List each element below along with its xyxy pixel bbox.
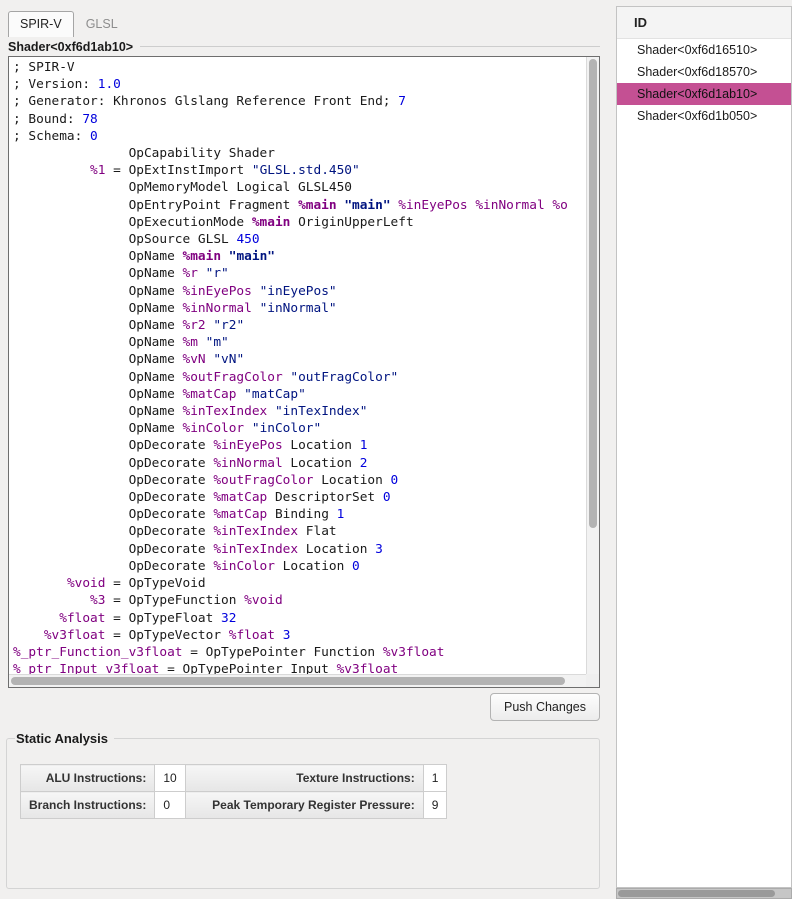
stat-value: 0 bbox=[155, 792, 185, 819]
id-panel-scrollbar-thumb[interactable] bbox=[618, 890, 775, 897]
code-line: OpName %main "main" bbox=[13, 248, 586, 265]
editor-horizontal-scrollbar[interactable] bbox=[9, 674, 586, 687]
code-line: OpName %inColor "inColor" bbox=[13, 420, 586, 437]
shader-id-item[interactable]: Shader<0xf6d16510> bbox=[617, 39, 791, 61]
code-line: ; Bound: 78 bbox=[13, 111, 586, 128]
code-line: %1 = OpExtInstImport "GLSL.std.450" bbox=[13, 162, 586, 179]
code-line: OpSource GLSL 450 bbox=[13, 231, 586, 248]
code-line: OpName %r "r" bbox=[13, 265, 586, 282]
code-line: %float = OpTypeFloat 32 bbox=[13, 610, 586, 627]
id-panel-horizontal-scrollbar[interactable] bbox=[616, 888, 792, 899]
shader-title: Shader<0xf6d1ab10> bbox=[8, 40, 133, 54]
shader-id-pane: ID Shader<0xf6d16510>Shader<0xf6d18570>S… bbox=[614, 0, 792, 899]
id-column-header: ID bbox=[617, 7, 791, 39]
code-line: OpEntryPoint Fragment %main "main" %inEy… bbox=[13, 197, 586, 214]
static-analysis-table: ALU Instructions:10Texture Instructions:… bbox=[20, 764, 447, 819]
code-line: ; SPIR-V bbox=[13, 59, 586, 76]
code-line: ; Generator: Khronos Glslang Reference F… bbox=[13, 93, 586, 110]
horizontal-scrollbar-thumb[interactable] bbox=[11, 677, 565, 685]
editor-vertical-scrollbar[interactable] bbox=[586, 57, 599, 674]
vertical-scrollbar-thumb[interactable] bbox=[589, 59, 597, 528]
stat-label: ALU Instructions: bbox=[21, 765, 155, 792]
shader-id-item[interactable]: Shader<0xf6d1b050> bbox=[617, 105, 791, 127]
editor-button-row: Push Changes bbox=[8, 693, 600, 721]
code-line: OpName %inNormal "inNormal" bbox=[13, 300, 586, 317]
code-line: OpName %m "m" bbox=[13, 334, 586, 351]
stat-value: 1 bbox=[423, 765, 447, 792]
code-line: OpName %outFragColor "outFragColor" bbox=[13, 369, 586, 386]
code-line: OpDecorate %inTexIndex Flat bbox=[13, 523, 586, 540]
shader-viewer-window: SPIR-V GLSL Shader<0xf6d1ab10> ; SPIR-V;… bbox=[0, 0, 792, 899]
stat-value: 9 bbox=[423, 792, 447, 819]
shader-id-list-card: ID Shader<0xf6d16510>Shader<0xf6d18570>S… bbox=[616, 6, 792, 888]
shader-id-list: Shader<0xf6d16510>Shader<0xf6d18570>Shad… bbox=[617, 39, 791, 127]
code-line: %_ptr_Function_v3float = OpTypePointer F… bbox=[13, 644, 586, 661]
code-line: %_ptr_Input_v3float = OpTypePointer Inpu… bbox=[13, 661, 586, 674]
push-changes-button[interactable]: Push Changes bbox=[490, 693, 600, 721]
stat-value: 10 bbox=[155, 765, 185, 792]
code-line: OpDecorate %inColor Location 0 bbox=[13, 558, 586, 575]
stat-row: Branch Instructions:0Peak Temporary Regi… bbox=[21, 792, 447, 819]
stat-label: Peak Temporary Register Pressure: bbox=[185, 792, 423, 819]
scrollbar-corner bbox=[586, 674, 599, 687]
shader-id-item[interactable]: Shader<0xf6d18570> bbox=[617, 61, 791, 83]
code-line: OpDecorate %matCap Binding 1 bbox=[13, 506, 586, 523]
code-line: OpDecorate %inTexIndex Location 3 bbox=[13, 541, 586, 558]
code-line: OpName %r2 "r2" bbox=[13, 317, 586, 334]
title-divider-line bbox=[140, 46, 600, 47]
code-line: OpName %inTexIndex "inTexIndex" bbox=[13, 403, 586, 420]
code-line: OpName %vN "vN" bbox=[13, 351, 586, 368]
static-analysis-title: Static Analysis bbox=[15, 731, 114, 746]
shader-title-row: Shader<0xf6d1ab10> bbox=[8, 39, 600, 54]
tab-spirv[interactable]: SPIR-V bbox=[8, 11, 74, 37]
code-line: %3 = OpTypeFunction %void bbox=[13, 592, 586, 609]
code-line: OpExecutionMode %main OriginUpperLeft bbox=[13, 214, 586, 231]
stat-label: Texture Instructions: bbox=[185, 765, 423, 792]
static-analysis-group: Static Analysis ALU Instructions:10Textu… bbox=[6, 731, 600, 889]
spirv-code-editor[interactable]: ; SPIR-V; Version: 1.0; Generator: Khron… bbox=[8, 56, 600, 688]
code-line: OpCapability Shader bbox=[13, 145, 586, 162]
shader-edit-pane: SPIR-V GLSL Shader<0xf6d1ab10> ; SPIR-V;… bbox=[0, 0, 608, 899]
code-line: ; Schema: 0 bbox=[13, 128, 586, 145]
spirv-code-content[interactable]: ; SPIR-V; Version: 1.0; Generator: Khron… bbox=[9, 57, 586, 674]
code-line: OpDecorate %inEyePos Location 1 bbox=[13, 437, 586, 454]
shader-language-tabs: SPIR-V GLSL bbox=[8, 10, 130, 37]
code-line: OpDecorate %inNormal Location 2 bbox=[13, 455, 586, 472]
stat-row: ALU Instructions:10Texture Instructions:… bbox=[21, 765, 447, 792]
code-line: %void = OpTypeVoid bbox=[13, 575, 586, 592]
code-line: OpName %matCap "matCap" bbox=[13, 386, 586, 403]
shader-id-item[interactable]: Shader<0xf6d1ab10> bbox=[617, 83, 791, 105]
code-line: ; Version: 1.0 bbox=[13, 76, 586, 93]
tab-glsl[interactable]: GLSL bbox=[74, 11, 130, 37]
code-line: OpDecorate %outFragColor Location 0 bbox=[13, 472, 586, 489]
code-line: OpDecorate %matCap DescriptorSet 0 bbox=[13, 489, 586, 506]
code-line: %v3float = OpTypeVector %float 3 bbox=[13, 627, 586, 644]
stat-label: Branch Instructions: bbox=[21, 792, 155, 819]
code-line: OpName %inEyePos "inEyePos" bbox=[13, 283, 586, 300]
code-line: OpMemoryModel Logical GLSL450 bbox=[13, 179, 586, 196]
